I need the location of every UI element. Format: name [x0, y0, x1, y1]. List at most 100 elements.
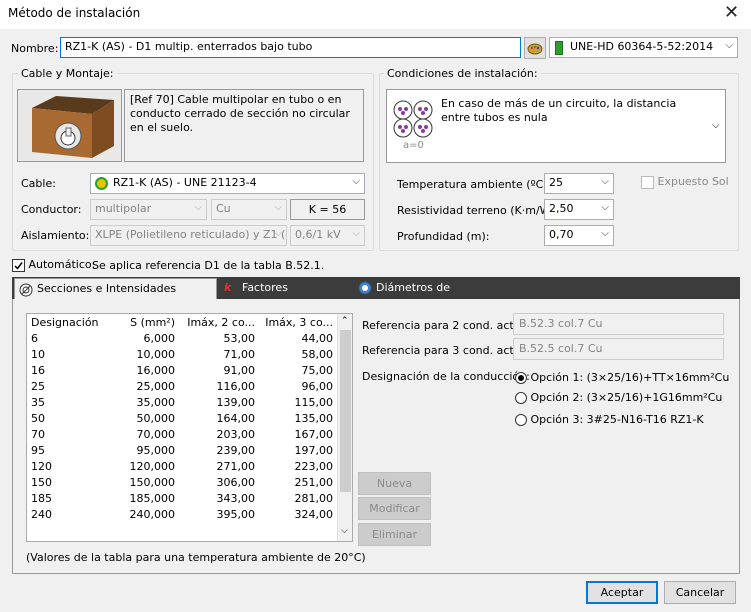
- table-cell: 95: [31, 443, 45, 457]
- table-cell: 53,00: [223, 331, 256, 345]
- temp-select[interactable]: 25 ⌵: [544, 173, 614, 194]
- table-row[interactable]: 35 35,000 139,00 115,00: [27, 394, 337, 410]
- table-cell: 6,000: [143, 331, 176, 345]
- checkmark-icon: [14, 261, 23, 270]
- diameter-icon: [358, 281, 372, 295]
- nueva-button[interactable]: Nueva: [358, 472, 431, 495]
- installation-image: [17, 89, 122, 162]
- table-row[interactable]: 50 50,000 164,00 135,00: [27, 410, 337, 426]
- table-cell: 120,000: [129, 459, 176, 473]
- table-cell: 135,00: [294, 411, 334, 425]
- table-cell: 306,00: [216, 475, 256, 489]
- conductor-type-select[interactable]: multipolar ⌵: [90, 199, 207, 220]
- table-cell: 115,00: [294, 395, 334, 409]
- table-cell: 185,000: [129, 491, 176, 505]
- factor-icon: k: [224, 281, 232, 294]
- modificar-button[interactable]: Modificar: [358, 497, 431, 520]
- table-row[interactable]: 120 120,000 271,00 223,00: [27, 458, 337, 474]
- resist-label: Resistividad terreno (K·m/W):: [397, 204, 559, 217]
- table-cell: 197,00: [294, 443, 334, 457]
- automatico-checkbox-box: [12, 258, 25, 272]
- scrollbar-thumb[interactable]: [340, 330, 351, 492]
- table-cell: 58,00: [301, 347, 334, 361]
- table-row[interactable]: 25 25,000 116,00 96,00: [27, 378, 337, 394]
- table-cell: 185: [31, 491, 52, 505]
- close-icon[interactable]: ✕: [724, 2, 739, 23]
- col-header[interactable]: Imáx, 2 co...: [179, 314, 259, 330]
- table-cell: 139,00: [216, 395, 256, 409]
- table-cell: 203,00: [216, 427, 256, 441]
- expuesto-label: Expuesto Sol: [657, 175, 729, 188]
- condiciones-select[interactable]: a=0 En caso de más de un circuito, la di…: [386, 89, 726, 163]
- table-cell: 10,000: [136, 347, 176, 361]
- table-cell: 70,000: [136, 427, 176, 441]
- opcion1-label: Opción 1: (3×25/16)+TT×16mm²Cu: [530, 371, 730, 384]
- table-cell: 223,00: [294, 459, 334, 473]
- opcion2-label: Opción 2: (3×25/16)+1G16mm²Cu: [530, 391, 723, 404]
- table-cell: 116,00: [216, 379, 256, 393]
- table-cell: 240,000: [129, 507, 176, 521]
- table-cell: 35: [31, 395, 45, 409]
- col-header[interactable]: S (mm²): [124, 314, 179, 330]
- cable-icon: [95, 177, 108, 190]
- table-row[interactable]: 70 70,000 203,00 167,00: [27, 426, 337, 442]
- chevron-up-icon[interactable]: ⌃: [341, 316, 349, 326]
- table-cell: 44,00: [301, 331, 334, 345]
- table-cell: 25,000: [136, 379, 176, 393]
- ref3-value: B.52.5 col.7 Cu: [513, 338, 724, 360]
- table-row[interactable]: 6 6,000 53,00 44,00: [27, 330, 337, 346]
- automatico-label: Automático:: [28, 258, 96, 271]
- chevron-down-icon: ⌵: [601, 202, 609, 213]
- voltage-select[interactable]: 0,6/1 kV ⌵: [290, 225, 365, 246]
- library-button[interactable]: [524, 37, 546, 59]
- designacion-label: Designación de la conducción:: [362, 370, 530, 383]
- chevron-down-icon: ⌵: [601, 228, 609, 239]
- table-row[interactable]: 150 150,000 306,00 251,00: [27, 474, 337, 490]
- ref-description: [Ref 70] Cable multipolar en tubo o en c…: [124, 89, 364, 162]
- cancelar-button[interactable]: Cancelar: [664, 581, 736, 604]
- opcion2-radio[interactable]: Opción 2: (3×25/16)+1G16mm²Cu: [515, 391, 722, 404]
- voltage-value: 0,6/1 kV: [295, 228, 341, 241]
- col-header[interactable]: Designación: [27, 314, 124, 330]
- palette-icon: [527, 43, 543, 55]
- prof-select[interactable]: 0,70 ⌵: [544, 225, 614, 246]
- cable-montaje-title: Cable y Montaje:: [18, 67, 117, 80]
- opcion3-radio[interactable]: Opción 3: 3#25-N16-T16 RZ1-K: [515, 413, 704, 426]
- chevron-down-icon: ⌵: [712, 120, 720, 131]
- automatico-checkbox[interactable]: Automático:: [12, 258, 95, 272]
- tab-secciones[interactable]: Secciones e Intensidades máximas: [14, 278, 217, 315]
- table-row[interactable]: 95 95,000 239,00 197,00: [27, 442, 337, 458]
- eliminar-button[interactable]: Eliminar: [358, 523, 431, 546]
- table-cell: 50: [31, 411, 45, 425]
- tab-diametros[interactable]: Diámetros de tubos: [354, 277, 484, 316]
- conductor-material-select[interactable]: Cu ⌵: [211, 199, 287, 220]
- chevron-down-icon: ⌵: [194, 202, 202, 213]
- table-cell: 343,00: [216, 491, 256, 505]
- table-cell: 164,00: [216, 411, 256, 425]
- opcion1-radio[interactable]: Opción 1: (3×25/16)+TT×16mm²Cu: [515, 371, 729, 384]
- table-row[interactable]: 240 240,000 395,00 324,00: [27, 506, 337, 522]
- chevron-down-icon[interactable]: ⌵: [341, 526, 348, 536]
- table-cell: 150,000: [129, 475, 176, 489]
- expuesto-sol-checkbox[interactable]: Expuesto Sol: [641, 175, 729, 189]
- nombre-input[interactable]: RZ1-K (AS) - D1 multip. enterrados bajo …: [60, 37, 521, 58]
- table-row[interactable]: 16 16,000 91,00 75,00: [27, 362, 337, 378]
- aceptar-button[interactable]: Aceptar: [586, 581, 658, 604]
- table-cell: 25: [31, 379, 45, 393]
- sections-table[interactable]: Designación S (mm²) Imáx, 2 co... Imáx, …: [26, 313, 353, 542]
- opcion3-label: Opción 3: 3#25-N16-T16 RZ1-K: [530, 413, 704, 426]
- table-footnote: (Valores de la tabla para una temperatur…: [26, 551, 366, 564]
- table-row[interactable]: 10 10,000 71,00 58,00: [27, 346, 337, 362]
- resist-select[interactable]: 2,50 ⌵: [544, 199, 614, 220]
- norm-select[interactable]: UNE-HD 60364-5-52:2014 ⌵: [549, 37, 738, 58]
- col-header[interactable]: Imáx, 3 co...: [259, 314, 337, 330]
- table-cell: 167,00: [294, 427, 334, 441]
- tab-factores[interactable]: k Factores correctores: [220, 277, 350, 316]
- table-scrollbar[interactable]: ⌃ ⌵: [337, 314, 352, 541]
- table-row[interactable]: 185 185,000 343,00 281,00: [27, 490, 337, 506]
- cable-select[interactable]: RZ1-K (AS) - UNE 21123-4 ⌵: [90, 173, 365, 194]
- radio-indicator: [515, 392, 527, 404]
- resist-value: 2,50: [549, 202, 574, 215]
- tubes-caption: a=0: [403, 140, 424, 151]
- aislamiento-select[interactable]: XLPE (Polietileno reticulado) y Z1 (cu ⌵: [90, 225, 287, 246]
